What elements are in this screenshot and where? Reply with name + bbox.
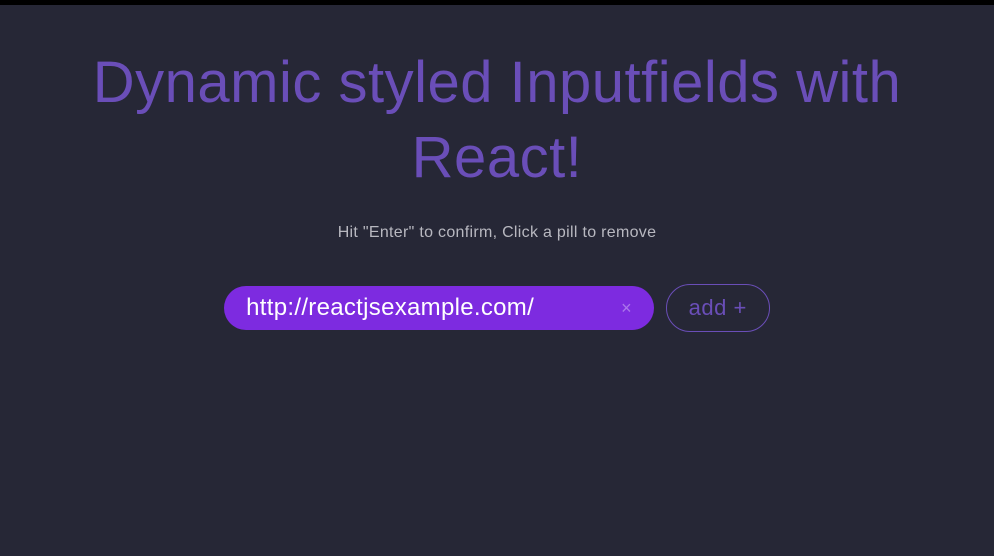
close-icon[interactable]: ×	[621, 299, 632, 317]
page-title: Dynamic styled Inputfields with React!	[47, 45, 947, 196]
url-input[interactable]	[246, 294, 601, 322]
add-button[interactable]: add +	[666, 284, 770, 332]
page-subtitle: Hit "Enter" to confirm, Click a pill to …	[338, 224, 657, 242]
main-container: Dynamic styled Inputfields with React! H…	[0, 5, 994, 332]
pill-input-container[interactable]: ×	[224, 286, 654, 330]
pills-row: × add +	[224, 284, 770, 332]
